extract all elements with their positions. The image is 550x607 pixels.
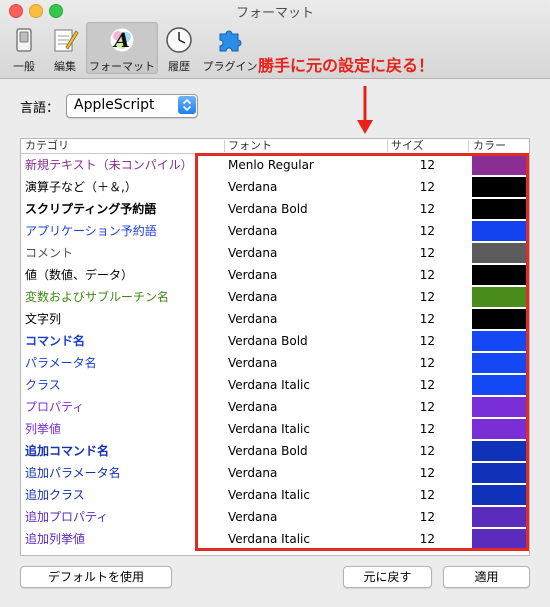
format-letter-a-icon: A — [109, 27, 135, 53]
table-header: カテゴリ フォント サイズ カラー — [21, 139, 529, 154]
category-cell: スクリプティング予約語 — [25, 202, 157, 216]
category-cell: 追加クラス — [25, 488, 85, 502]
language-popup[interactable]: AppleScript — [66, 94, 198, 118]
column-header-color[interactable]: カラー — [473, 139, 506, 153]
plugin-puzzle-icon — [219, 30, 242, 52]
chevron-up-down-icon — [178, 96, 196, 114]
category-cell: プロパティ — [25, 400, 85, 414]
revert-button[interactable]: 元に戻す — [343, 566, 432, 588]
category-cell: 変数およびサブルーチン名 — [25, 290, 170, 304]
category-cell: クラス — [25, 378, 61, 392]
category-cell: 文字列 — [25, 312, 62, 326]
annotation-highlight-box — [195, 153, 529, 551]
category-cell: パラメータ名 — [25, 356, 97, 370]
toolbar-item-general[interactable]: 一般 — [5, 22, 43, 74]
category-cell: コメント — [25, 246, 74, 260]
category-cell: 追加列挙値 — [25, 532, 86, 546]
toolbar-item-label: 一般 — [13, 60, 35, 73]
apply-button[interactable]: 適用 — [443, 566, 530, 588]
annotation-note: 勝手に元の設定に戻る！ — [258, 56, 435, 75]
category-cell: 演算子など（＋＆,） — [25, 180, 137, 194]
language-label: 言語： — [20, 101, 60, 116]
column-divider[interactable] — [387, 140, 388, 152]
category-cell: コマンド名 — [25, 334, 86, 348]
column-header-font[interactable]: フォント — [228, 139, 272, 153]
annotation-arrow-icon — [357, 86, 373, 134]
format-preferences-window: フォーマット 一般 編集 A フォーマット 履歴 プラグイン 勝手に元の設定に戻… — [0, 0, 550, 607]
toolbar-item-label: 編集 — [54, 60, 76, 73]
toolbar-item-edit[interactable]: 編集 — [46, 22, 84, 74]
column-divider[interactable] — [224, 140, 225, 152]
history-clock-icon — [166, 27, 192, 53]
svg-text:A: A — [112, 28, 130, 52]
toolbar-item-format[interactable]: A フォーマット — [86, 22, 158, 74]
toolbar-item-label: 履歴 — [168, 60, 190, 73]
toolbar-item-label: フォーマット — [89, 60, 155, 73]
toolbar-item-history[interactable]: 履歴 — [160, 22, 198, 74]
column-header-size[interactable]: サイズ — [391, 139, 424, 153]
edit-notepad-icon — [54, 29, 79, 52]
category-cell: 追加プロパティ — [25, 510, 109, 524]
toolbar-item-plugins[interactable]: プラグイン — [200, 22, 260, 74]
language-popup-value: AppleScript — [74, 97, 155, 113]
window-title: フォーマット — [235, 6, 314, 21]
category-cell: 新規テキスト（未コンパイル） — [25, 158, 193, 172]
column-header-category[interactable]: カテゴリ — [25, 139, 69, 153]
toolbar-item-label: プラグイン — [202, 60, 258, 73]
category-cell: 追加コマンド名 — [25, 444, 110, 458]
general-switch-icon — [16, 28, 32, 52]
category-cell: 追加パラメータ名 — [25, 466, 121, 480]
category-cell: アプリケーション予約語 — [25, 224, 157, 238]
column-divider[interactable] — [468, 140, 469, 152]
category-cell: 値（数値、データ） — [25, 268, 134, 282]
category-cell: 列挙値 — [25, 422, 62, 436]
use-defaults-button[interactable]: デフォルトを使用 — [20, 566, 172, 588]
